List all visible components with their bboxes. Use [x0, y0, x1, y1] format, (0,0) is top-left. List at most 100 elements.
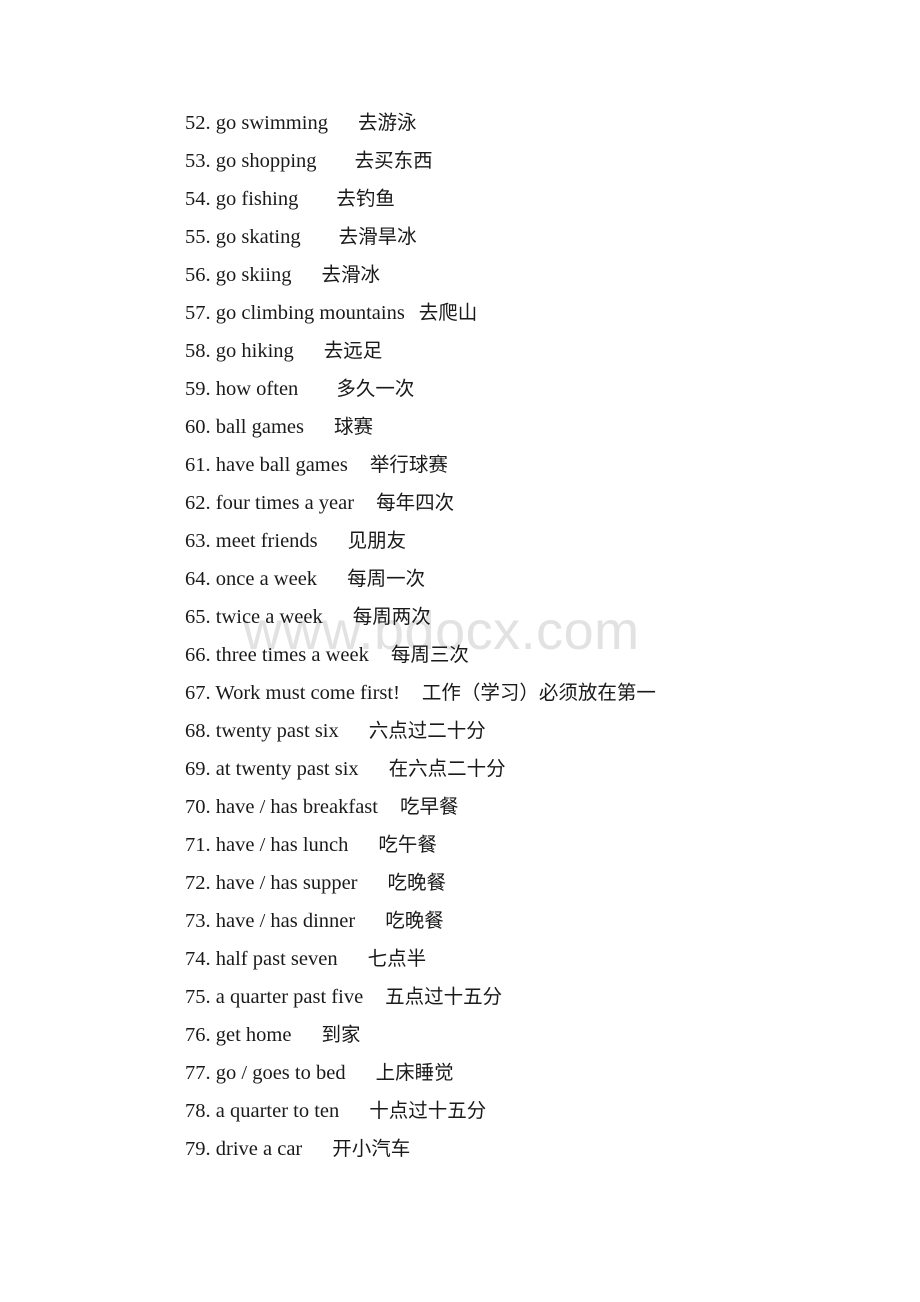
vocabulary-entry: 76. get home 到家: [40, 1016, 920, 1054]
vocabulary-entry: 60. ball games 球赛: [40, 408, 920, 446]
entry-chinese-gloss: 十点过十五分: [369, 1099, 487, 1122]
vocabulary-entry: 79. drive a car 开小汽车: [40, 1130, 920, 1168]
entry-chinese-gloss: 吃午餐: [378, 833, 437, 856]
entry-number: 64.: [185, 568, 211, 590]
vocabulary-entry: 66. three times a week 每周三次: [40, 636, 920, 674]
entry-english-term: have / has supper: [215, 872, 358, 894]
vocabulary-entry-list: 52. go swimming 去游泳 53. go shopping 去买东西 54.…: [0, 0, 920, 1168]
entry-english-term: three times a week: [215, 644, 369, 666]
entry-english-term: go climbing mountains: [215, 302, 405, 324]
entry-chinese-gloss: 见朋友: [347, 529, 407, 552]
entry-chinese-gloss: 吃晚餐: [387, 871, 447, 894]
vocabulary-entry: 69. at twenty past six 在六点二十分: [40, 750, 920, 788]
entry-chinese-gloss: 在六点二十分: [388, 757, 506, 780]
entry-english-term: go swimming: [215, 112, 328, 134]
entry-english-term: twenty past six: [215, 720, 339, 742]
entry-english-term: four times a year: [215, 492, 355, 514]
entry-number: 66.: [185, 644, 211, 666]
vocabulary-entry: 65. twice a week 每周两次: [40, 598, 920, 636]
entry-number: 63.: [185, 530, 211, 552]
entry-number: 60.: [185, 416, 211, 438]
entry-english-term: a quarter to ten: [215, 1100, 340, 1122]
vocabulary-entry: 53. go shopping 去买东西: [40, 142, 920, 180]
entry-chinese-gloss: 上床睡觉: [375, 1061, 454, 1084]
entry-english-term: once a week: [215, 568, 318, 590]
entry-english-term: have ball games: [215, 454, 348, 476]
entry-chinese-gloss: 吃晚餐: [385, 909, 444, 932]
vocabulary-entry: 72. have / has supper 吃晚餐: [40, 864, 920, 902]
vocabulary-entry: 77. go / goes to bed 上床睡觉: [40, 1054, 920, 1092]
entry-number: 54.: [185, 188, 211, 210]
vocabulary-entry: 59. how often 多久一次: [40, 370, 920, 408]
entry-english-term: meet friends: [215, 530, 318, 552]
entry-chinese-gloss: 每周三次: [390, 643, 469, 666]
entry-number: 74.: [185, 948, 211, 970]
vocabulary-entry: 70. have / has breakfast 吃早餐: [40, 788, 920, 826]
entry-chinese-gloss: 去滑冰: [321, 263, 381, 286]
entry-english-term: at twenty past six: [215, 758, 359, 780]
vocabulary-entry: 71. have / has lunch 吃午餐: [40, 826, 920, 864]
entry-number: 57.: [185, 302, 211, 324]
vocabulary-entry: 73. have / has dinner 吃晚餐: [40, 902, 920, 940]
entry-number: 70.: [185, 796, 211, 818]
entry-number: 76.: [185, 1024, 211, 1046]
entry-chinese-gloss: 每年四次: [376, 491, 455, 514]
entry-chinese-gloss: 多久一次: [336, 377, 415, 400]
document-page: www.bdocx.com 52. go swimming 去游泳 53. go s…: [0, 0, 920, 1302]
entry-english-term: a quarter past five: [215, 986, 364, 1008]
entry-number: 58.: [185, 340, 211, 362]
entry-number: 61.: [185, 454, 211, 476]
entry-english-term: have / has dinner: [215, 910, 356, 932]
entry-chinese-gloss: 举行球赛: [369, 453, 448, 476]
entry-number: 53.: [185, 150, 211, 172]
vocabulary-entry: 78. a quarter to ten 十点过十五分: [40, 1092, 920, 1130]
entry-english-term: go skating: [215, 226, 301, 248]
entry-number: 75.: [185, 986, 211, 1008]
entry-english-term: how often: [215, 378, 299, 400]
entry-chinese-gloss: 工作（学习）必须放在第一: [421, 681, 656, 704]
entry-number: 72.: [185, 872, 211, 894]
entry-chinese-gloss: 七点半: [367, 947, 427, 970]
entry-number: 71.: [185, 834, 211, 856]
entry-chinese-gloss: 到家: [321, 1023, 361, 1046]
entry-chinese-gloss: 球赛: [334, 415, 374, 438]
vocabulary-entry: 64. once a week 每周一次: [40, 560, 920, 598]
entry-number: 68.: [185, 720, 211, 742]
entry-chinese-gloss: 每周两次: [352, 605, 431, 628]
entry-chinese-gloss: 去钓鱼: [336, 187, 395, 210]
entry-chinese-gloss: 去买东西: [354, 149, 433, 172]
vocabulary-entry: 54. go fishing 去钓鱼: [40, 180, 920, 218]
entry-number: 59.: [185, 378, 211, 400]
entry-chinese-gloss: 每周一次: [347, 567, 426, 590]
entry-number: 62.: [185, 492, 211, 514]
vocabulary-entry: 63. meet friends 见朋友: [40, 522, 920, 560]
entry-english-term: go / goes to bed: [215, 1062, 346, 1084]
vocabulary-entry: 58. go hiking 去远足: [40, 332, 920, 370]
entry-english-term: Work must come first!: [215, 682, 400, 704]
vocabulary-entry: 75. a quarter past five 五点过十五分: [40, 978, 920, 1016]
vocabulary-entry: 57. go climbing mountains 去爬山: [40, 294, 920, 332]
entry-chinese-gloss: 开小汽车: [332, 1137, 411, 1160]
entry-number: 78.: [185, 1100, 211, 1122]
entry-number: 52.: [185, 112, 211, 134]
entry-number: 56.: [185, 264, 211, 286]
entry-english-term: get home: [215, 1024, 292, 1046]
vocabulary-entry: 74. half past seven 七点半: [40, 940, 920, 978]
vocabulary-entry: 68. twenty past six 六点过二十分: [40, 712, 920, 750]
entry-english-term: ball games: [215, 416, 304, 438]
vocabulary-entry: 55. go skating 去滑旱冰: [40, 218, 920, 256]
entry-english-term: have / has lunch: [215, 834, 349, 856]
vocabulary-entry: 56. go skiing 去滑冰: [40, 256, 920, 294]
vocabulary-entry: 67. Work must come first! 工作（学习）必须放在第一: [40, 674, 920, 712]
entry-chinese-gloss: 去爬山: [418, 301, 478, 324]
entry-chinese-gloss: 去滑旱冰: [338, 225, 417, 248]
entry-chinese-gloss: 六点过二十分: [368, 719, 486, 742]
vocabulary-entry: 52. go swimming 去游泳: [40, 104, 920, 142]
entry-english-term: twice a week: [215, 606, 323, 628]
entry-number: 67.: [185, 682, 211, 704]
entry-english-term: drive a car: [215, 1138, 303, 1160]
entry-english-term: have / has breakfast: [215, 796, 378, 818]
vocabulary-entry: 62. four times a year 每年四次: [40, 484, 920, 522]
entry-english-term: go shopping: [215, 150, 317, 172]
entry-number: 65.: [185, 606, 211, 628]
